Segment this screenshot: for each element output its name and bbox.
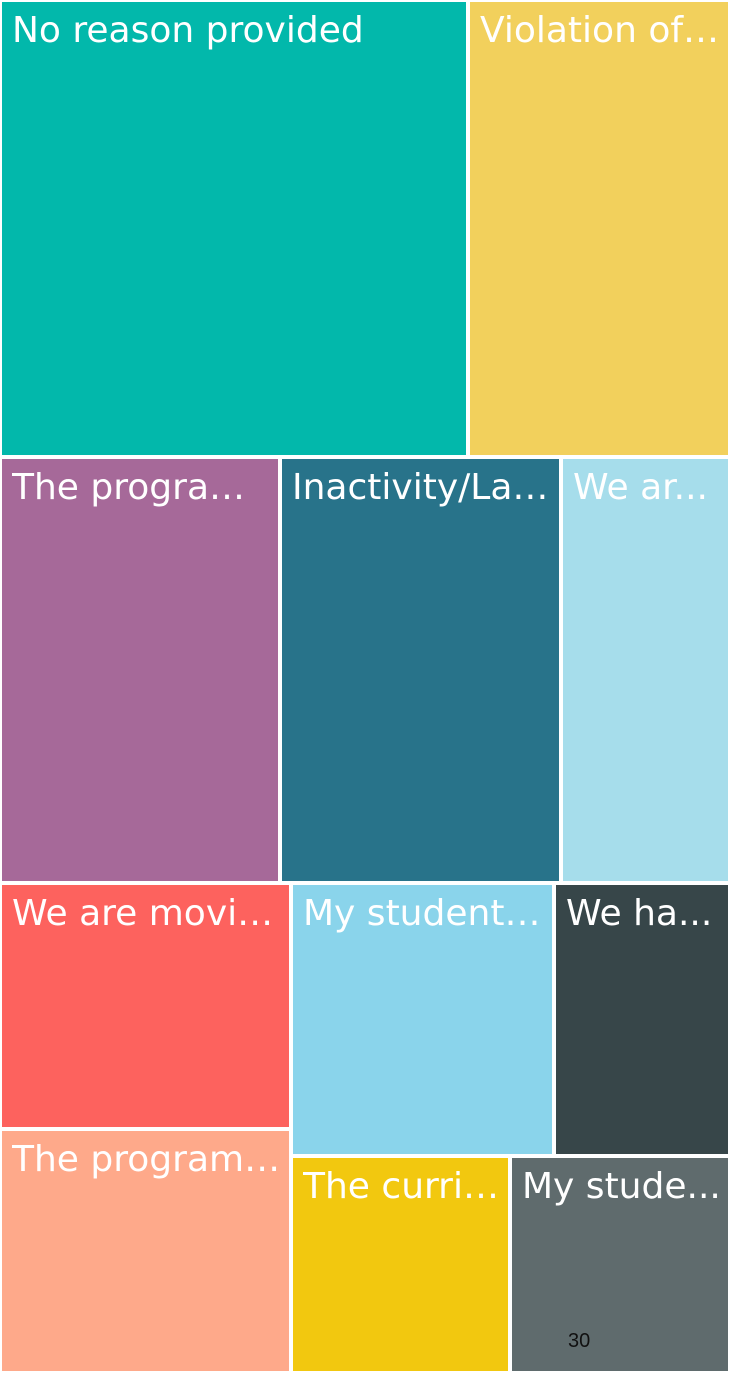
treemap-tile-6-we-are-moving[interactable]: We are moving. [0,883,291,1129]
treemap-chart: No reason provided Violation of ... The pr… [0,0,730,1373]
treemap-tile-1-no-reason-provided[interactable]: No reason provided [0,0,468,457]
treemap-tile-label: My stude... [522,1166,721,1207]
treemap-tile-label: We ha... [566,893,713,934]
treemap-tile-label: The curric... [303,1166,504,1207]
treemap-tile-4-inactivity-lac[interactable]: Inactivity/Lac... [280,457,561,883]
treemap-tile-11-my-stude[interactable]: My stude... [510,1156,730,1373]
treemap-tile-9-the-program[interactable]: The program/... [0,1129,291,1373]
treemap-tile-label: The program... [12,467,274,508]
treemap-tile-2-violation-of[interactable]: Violation of ... [468,0,730,457]
treemap-tile-label: We ar... [573,467,708,508]
treemap-tile-label: No reason provided [12,10,364,51]
treemap-tile-label: Inactivity/Lac... [292,467,555,508]
treemap-tile-8-we-ha[interactable]: We ha... [554,883,730,1156]
treemap-tile-10-the-curric[interactable]: The curric... [291,1156,510,1373]
treemap-tile-5-we-ar[interactable]: We ar... [561,457,730,883]
treemap-tile-3-the-program[interactable]: The program... [0,457,280,883]
treemap-tile-label: My student ... [303,893,548,934]
treemap-tile-label: We are moving. [12,893,285,934]
page-number: 30 [568,1330,591,1352]
treemap-tile-label: Violation of ... [480,10,724,51]
treemap-tile-7-my-student[interactable]: My student ... [291,883,554,1156]
treemap-tile-label: The program/... [12,1139,285,1180]
